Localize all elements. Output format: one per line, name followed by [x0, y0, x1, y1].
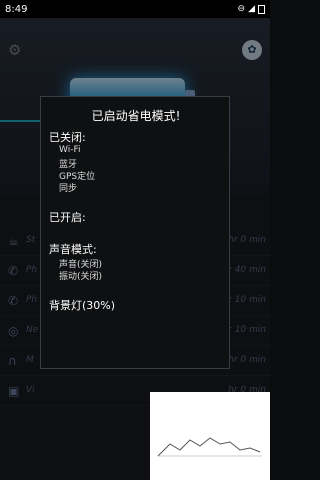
status-time: 8:49 [5, 3, 28, 15]
screenshot-thumbnail[interactable] [150, 392, 270, 480]
wifi-signal-icon: ◢ [248, 4, 255, 14]
sound-mode-heading: 声音模式: [49, 243, 97, 256]
thumbnail-graph [150, 392, 270, 480]
closed-item-sync: 同步 [59, 184, 78, 194]
dialog-title: 已启动省电模式! [91, 109, 181, 123]
closed-item-wifi: Wi-Fi [59, 145, 81, 155]
sound-item-vibrate: 振动(关闭) [59, 272, 103, 282]
opened-heading: 已开启: [49, 211, 86, 224]
closed-heading: 已关闭: [49, 131, 86, 144]
do-not-disturb-icon: ⊖ [237, 4, 246, 14]
status-bar: 8:49 ⊖ ◢ [0, 0, 270, 18]
battery-status-icon [258, 4, 265, 14]
backlight-heading: 背景灯(30%) [49, 299, 116, 312]
power-saving-dialog: 已启动省电模式! 已关闭: Wi-Fi 蓝牙 GPS定位 同步 已开启: 声音模… [40, 96, 230, 369]
status-icons: ⊖ ◢ [238, 4, 265, 14]
